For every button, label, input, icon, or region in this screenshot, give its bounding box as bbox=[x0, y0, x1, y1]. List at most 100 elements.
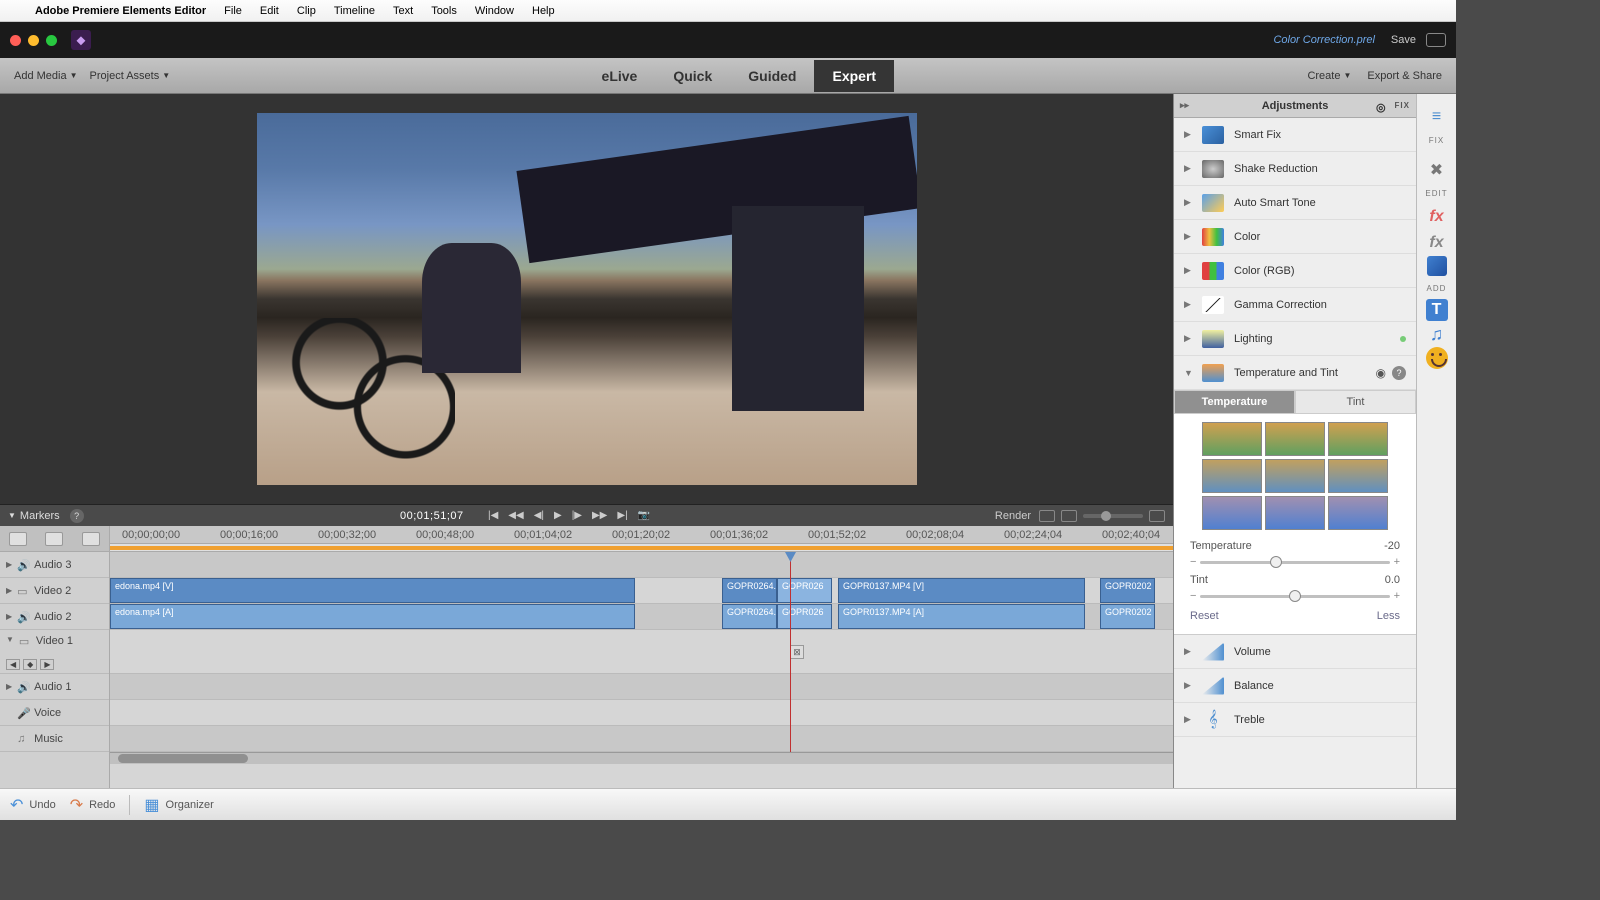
slider-plus[interactable]: + bbox=[1394, 556, 1400, 568]
preset-1[interactable] bbox=[1202, 422, 1262, 456]
adjustment-color[interactable]: ▶Color bbox=[1174, 220, 1416, 254]
clip[interactable]: GOPR0264. bbox=[722, 604, 777, 629]
clip[interactable]: GOPR0264. bbox=[722, 578, 777, 603]
help-icon[interactable]: ? bbox=[1392, 366, 1406, 380]
work-area-bar[interactable] bbox=[110, 544, 1173, 552]
adjustment-temperature-and-tint[interactable]: ▼Temperature and Tint◉? bbox=[1174, 356, 1416, 390]
project-assets-button[interactable]: Project Assets▼ bbox=[84, 66, 177, 86]
reset-button[interactable]: Reset bbox=[1190, 610, 1219, 622]
app-name[interactable]: Adobe Premiere Elements Editor bbox=[26, 5, 215, 17]
clip[interactable]: GOPR0137.MP4 [A] bbox=[838, 604, 1085, 629]
step-fwd-button[interactable]: |▶ bbox=[572, 510, 582, 521]
timeline-body[interactable]: 00;00;00;00 00;00;16;00 00;00;32;00 00;0… bbox=[110, 526, 1173, 788]
tab-temperature[interactable]: Temperature bbox=[1174, 390, 1295, 414]
clip[interactable]: edona.mp4 [V] bbox=[110, 578, 635, 603]
markers-help-icon[interactable]: ? bbox=[70, 509, 84, 523]
fullscreen-icon[interactable] bbox=[1061, 510, 1077, 522]
panel-target-icon[interactable]: ◎ bbox=[1376, 101, 1390, 111]
track-header-video2[interactable]: ▶▭Video 2 bbox=[0, 578, 109, 604]
preset-9[interactable] bbox=[1328, 496, 1388, 530]
play-button[interactable]: ▶ bbox=[554, 510, 562, 521]
preset-5[interactable] bbox=[1265, 459, 1325, 493]
slider-minus[interactable]: − bbox=[1190, 590, 1196, 602]
track-header-audio3[interactable]: ▶🔊Audio 3 bbox=[0, 552, 109, 578]
menu-tools[interactable]: Tools bbox=[422, 5, 466, 17]
goto-start-button[interactable]: |◀ bbox=[488, 510, 498, 521]
track-header-video1[interactable]: ▼▭Video 1◀◆▶ bbox=[0, 630, 109, 674]
temperature-slider[interactable] bbox=[1200, 561, 1389, 564]
tab-expert[interactable]: Expert bbox=[814, 60, 894, 92]
current-time[interactable]: 00;01;51;07 bbox=[400, 510, 464, 522]
gradient-icon[interactable] bbox=[1427, 256, 1447, 276]
menu-edit[interactable]: Edit bbox=[251, 5, 288, 17]
safe-margins-icon[interactable] bbox=[1039, 510, 1055, 522]
menu-window[interactable]: Window bbox=[466, 5, 523, 17]
track-video2[interactable]: edona.mp4 [V]GOPR0264.GOPR026GOPR0137.MP… bbox=[110, 578, 1173, 604]
track-header-audio2[interactable]: ▶🔊Audio 2 bbox=[0, 604, 109, 630]
adjustment-lighting[interactable]: ▶Lighting bbox=[1174, 322, 1416, 356]
menu-file[interactable]: File bbox=[215, 5, 251, 17]
menu-help[interactable]: Help bbox=[523, 5, 564, 17]
zoom-slider[interactable] bbox=[1083, 514, 1143, 518]
next-frame-button[interactable]: ▶▶ bbox=[592, 510, 607, 521]
preset-3[interactable] bbox=[1328, 422, 1388, 456]
timeline-scrollbar[interactable] bbox=[110, 752, 1173, 764]
prev-frame-button[interactable]: ◀◀ bbox=[508, 510, 523, 521]
tool-select-icon[interactable] bbox=[9, 532, 27, 546]
fx-grey-icon[interactable]: fx bbox=[1424, 230, 1450, 256]
track-header-voice[interactable]: ▶🎤Voice bbox=[0, 700, 109, 726]
adjustment-volume[interactable]: ▶Volume bbox=[1174, 635, 1416, 669]
preset-7[interactable] bbox=[1202, 496, 1262, 530]
render-button[interactable]: Render bbox=[995, 510, 1031, 522]
tab-quick[interactable]: Quick bbox=[655, 60, 730, 92]
adjustment-balance[interactable]: ▶Balance bbox=[1174, 669, 1416, 703]
export-share-button[interactable]: Export & Share bbox=[1361, 66, 1448, 86]
track-audio1[interactable] bbox=[110, 674, 1173, 700]
tab-elive[interactable]: eLive bbox=[584, 60, 656, 92]
slider-minus[interactable]: − bbox=[1190, 556, 1196, 568]
minimize-window-button[interactable] bbox=[28, 35, 39, 46]
preview-monitor[interactable] bbox=[0, 94, 1173, 504]
tools-icon[interactable]: ✖ bbox=[1424, 157, 1450, 183]
clip[interactable]: GOPR0202 bbox=[1100, 578, 1155, 603]
menu-text[interactable]: Text bbox=[384, 5, 422, 17]
maximize-window-button[interactable] bbox=[46, 35, 57, 46]
track-audio2[interactable]: edona.mp4 [A] GOPR0264.GOPR026GOPR0137.MP… bbox=[110, 604, 1173, 630]
organizer-button[interactable]: ▦Organizer bbox=[144, 795, 213, 815]
redo-button[interactable]: ↷Redo bbox=[70, 795, 116, 815]
tool-audio-icon[interactable] bbox=[82, 532, 100, 546]
clip[interactable]: GOPR026 bbox=[777, 604, 832, 629]
clip[interactable]: edona.mp4 [A] bbox=[110, 604, 635, 629]
preset-4[interactable] bbox=[1202, 459, 1262, 493]
markers-dropdown[interactable]: ▼Markers ? bbox=[8, 509, 84, 523]
graphics-icon[interactable] bbox=[1426, 347, 1448, 369]
clip[interactable]: GOPR0202 bbox=[1100, 604, 1155, 629]
visibility-icon[interactable]: ◉ bbox=[1376, 366, 1386, 380]
adjustment-treble[interactable]: ▶𝄞Treble bbox=[1174, 703, 1416, 737]
adjustment-shake-reduction[interactable]: ▶Shake Reduction bbox=[1174, 152, 1416, 186]
fit-icon[interactable] bbox=[1149, 510, 1165, 522]
music-icon[interactable]: ♫ bbox=[1424, 321, 1450, 347]
adjust-panel-icon[interactable]: ≡ bbox=[1424, 104, 1450, 130]
slider-plus[interactable]: + bbox=[1394, 590, 1400, 602]
adjustment-color-rgb-[interactable]: ▶Color (RGB) bbox=[1174, 254, 1416, 288]
create-button[interactable]: Create▼ bbox=[1301, 66, 1357, 86]
tint-slider[interactable] bbox=[1200, 595, 1389, 598]
track-voice[interactable] bbox=[110, 700, 1173, 726]
tab-tint[interactable]: Tint bbox=[1295, 390, 1416, 414]
adjustment-auto-smart-tone[interactable]: ▶Auto Smart Tone bbox=[1174, 186, 1416, 220]
tool-track-icon[interactable] bbox=[45, 532, 63, 546]
tab-guided[interactable]: Guided bbox=[730, 60, 814, 92]
step-back-button[interactable]: ◀| bbox=[534, 510, 544, 521]
adjustment-smart-fix[interactable]: ▶Smart Fix bbox=[1174, 118, 1416, 152]
close-window-button[interactable] bbox=[10, 35, 21, 46]
add-media-button[interactable]: Add Media▼ bbox=[8, 66, 84, 86]
track-header-audio1[interactable]: ▶🔊Audio 1 bbox=[0, 674, 109, 700]
collapse-panel-icon[interactable]: ▸▸ bbox=[1180, 100, 1189, 111]
track-video1[interactable]: ⊠ bbox=[110, 630, 1173, 674]
preset-8[interactable] bbox=[1265, 496, 1325, 530]
adjustment-gamma-correction[interactable]: ▶Gamma Correction bbox=[1174, 288, 1416, 322]
playhead[interactable] bbox=[790, 552, 791, 752]
preset-6[interactable] bbox=[1328, 459, 1388, 493]
snapshot-button[interactable]: 📷 bbox=[638, 510, 650, 521]
